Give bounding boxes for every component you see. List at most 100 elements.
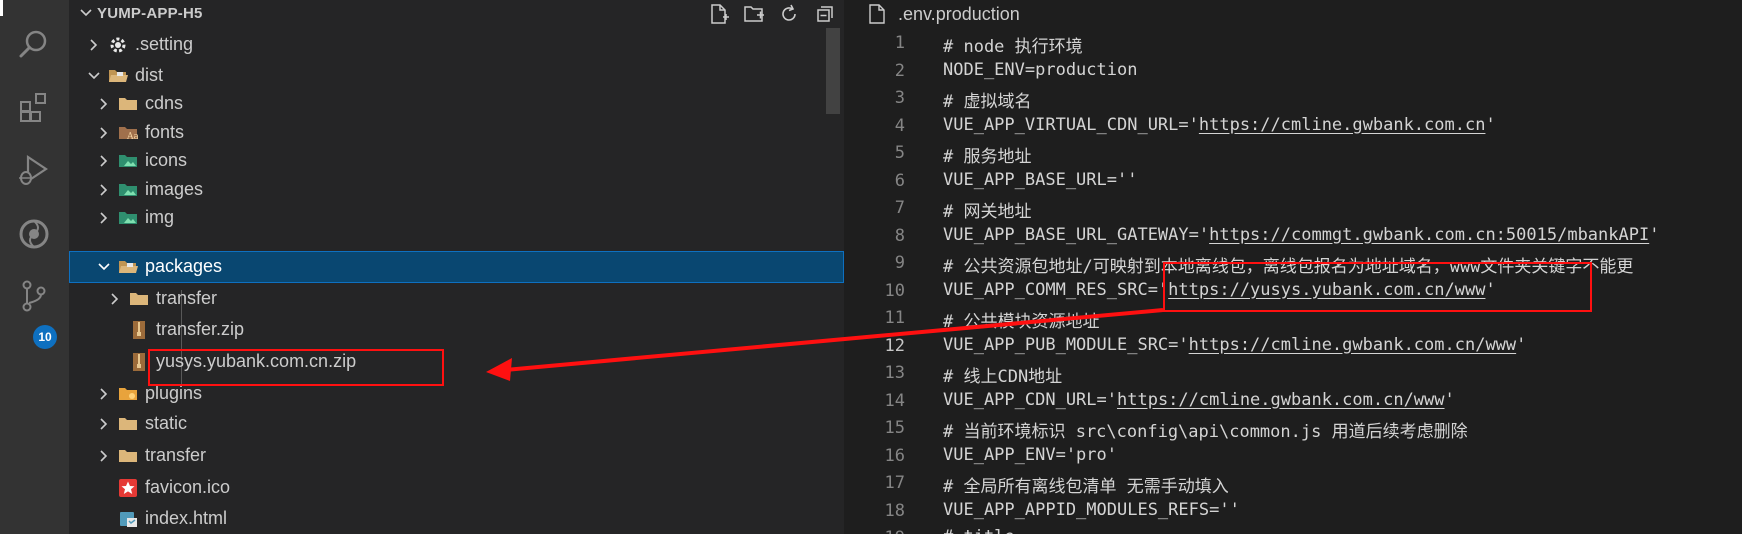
code-text[interactable]: # 虚拟域名 [943,87,1031,112]
code-text[interactable]: # node 执行环境 [943,32,1083,57]
code-text[interactable]: VUE_APP_ENV='pro' [943,445,1117,465]
tree-item-transfer-folder-2[interactable]: transfer [69,440,844,472]
code-line[interactable]: 17 # 全局所有离线包清单 无需手动填入 [844,469,1742,497]
chevron-right-icon [100,98,108,110]
extensions-icon[interactable] [12,86,56,130]
tree-item-label: transfer [145,445,207,465]
line-number: 11 [884,308,905,328]
code-line[interactable]: 13 # 线上CDN地址 [844,359,1742,387]
code-url-link[interactable]: https://commgt.gwbank.com.cn:50015/mbank… [1209,225,1649,245]
breadcrumb[interactable]: .env.production [844,0,1020,28]
source-control-icon[interactable] [12,274,56,318]
code-line[interactable]: 4 VUE_APP_VIRTUAL_CDN_URL='https://cmline… [844,112,1742,140]
code-text[interactable]: # 线上CDN地址 [943,362,1062,387]
svg-text:Aa: Aa [126,132,138,142]
code-url-link[interactable]: https://cmline.gwbank.com.cn [1199,115,1486,135]
chevron-right-icon [100,155,108,167]
line-number: 19 [844,528,905,534]
code-text[interactable]: VUE_APP_PUB_MODULE_SRC='https://cmline.g… [943,335,1526,355]
folder-icon [130,293,148,305]
tree-item-label: transfer [156,288,218,308]
code-text[interactable]: # 网关地址 [943,197,1031,222]
tree-item-label: images [145,179,204,199]
code-text[interactable]: # 公共模块资源地址 [943,307,1099,332]
code-line[interactable]: 2 NODE_ENV=production [844,57,1742,85]
chevron-right-icon [100,127,108,139]
code-text[interactable]: # 当前环境标识 src\config\api\common.js 用道后续考虑… [943,417,1468,442]
tree-item-setting[interactable]: .setting [69,29,844,61]
image-folder-icon [119,155,137,167]
tree-item-static[interactable]: static [69,408,844,440]
tree-item-icons[interactable]: icons [69,145,844,177]
font-folder-icon: Aa [119,127,138,142]
chevron-down-icon[interactable] [79,6,93,20]
code-line[interactable]: 19 # title [844,524,1742,534]
code-text[interactable]: VUE_APP_BASE_URL_GATEWAY='https://commgt… [943,225,1659,245]
search-icon[interactable] [12,22,56,66]
line-number: 15 [884,418,905,438]
code-url-link[interactable]: https://cmline.gwbank.com.cn/www [1117,390,1445,410]
remote-icon[interactable] [12,212,56,256]
code-line[interactable]: 15 # 当前环境标识 src\config\api\common.js 用道后续… [844,414,1742,442]
folder-icon [119,98,137,110]
code-line[interactable]: 3 # 虚拟域名 [844,84,1742,112]
new-file-icon[interactable] [707,2,731,26]
code-line[interactable]: 5 # 服务地址 [844,139,1742,167]
code-line[interactable]: 18 VUE_APP_APPID_MODULES_REFS='' [844,497,1742,525]
explorer-header[interactable]: YUMP-APP-H5 [69,0,844,28]
chevron-right-icon [100,212,108,224]
tree-item-transfer-zip[interactable]: transfer.zip [69,314,844,346]
refresh-icon[interactable] [777,2,801,26]
code-line[interactable]: 14 VUE_APP_CDN_URL='https://cmline.gwbank… [844,387,1742,415]
code-line[interactable]: 6 VUE_APP_BASE_URL='' [844,167,1742,195]
chevron-right-icon [90,39,98,51]
code-line[interactable]: 12 VUE_APP_PUB_MODULE_SRC='https://cmline… [844,332,1742,360]
tree-item-label: dist [135,65,164,85]
code-text[interactable]: VUE_APP_CDN_URL='https://cmline.gwbank.c… [943,390,1455,410]
tree-item-cdns[interactable]: cdns [69,88,844,120]
code-text[interactable]: VUE_APP_APPID_MODULES_REFS='' [943,500,1240,520]
code-text[interactable]: # 全局所有离线包清单 无需手动填入 [943,472,1229,497]
line-number: 16 [884,445,905,466]
code-prefix: VUE_APP_CDN_URL=' [943,389,1117,410]
folder-open-icon [119,261,138,273]
code-text[interactable]: VUE_APP_VIRTUAL_CDN_URL='https://cmline.… [943,115,1496,135]
chevron-right-icon [100,184,108,196]
zip-file-icon [133,321,145,339]
run-debug-icon[interactable] [12,148,56,192]
zip-file-icon [133,353,145,371]
source-control-badge: 10 [33,325,57,349]
plugin-folder-icon [119,388,137,400]
line-number: 8 [894,225,905,246]
code-text[interactable]: # title [943,527,1015,534]
folder-icon [119,418,137,430]
code-text[interactable]: NODE_ENV=production [943,60,1137,80]
code-suffix: ' [1649,224,1660,245]
chevron-right-icon [111,293,119,305]
line-number: 1 [894,33,905,53]
collapse-all-icon[interactable] [812,2,836,26]
html-file-icon [120,512,137,527]
code-line[interactable]: 1 # node 执行环境 [844,29,1742,57]
code-line[interactable]: 16 VUE_APP_ENV='pro' [844,442,1742,470]
tree-item-index-html[interactable]: index.html [69,503,844,534]
tree-item-img[interactable]: img [69,202,844,234]
code-line[interactable]: 8 VUE_APP_BASE_URL_GATEWAY='https://commg… [844,222,1742,250]
chevron-down-icon [98,263,110,271]
chevron-down-icon [88,72,100,80]
tree-item-packages[interactable]: packages [69,251,844,283]
code-text[interactable]: # 服务地址 [943,142,1031,167]
code-line[interactable]: 7 # 网关地址 [844,194,1742,222]
code-url-link[interactable]: https://cmline.gwbank.com.cn/www [1189,335,1517,355]
line-number: 13 [884,363,905,383]
tree-item-transfer-folder[interactable]: transfer [69,283,844,315]
annotation-highlight-url [1163,262,1592,312]
new-folder-icon[interactable] [742,2,766,26]
code-suffix: ' [1444,389,1455,410]
breadcrumb-file-name[interactable]: .env.production [898,4,1020,25]
code-prefix: VUE_APP_COMM_RES_SRC=' [943,279,1169,300]
code-text[interactable]: VUE_APP_BASE_URL='' [943,170,1137,190]
explorer-panel: YUMP-APP-H5 .setting dist cdns Aa fonts [69,0,844,534]
tree-item-label: transfer.zip [156,319,245,339]
tree-item-favicon[interactable]: favicon.ico [69,472,844,504]
